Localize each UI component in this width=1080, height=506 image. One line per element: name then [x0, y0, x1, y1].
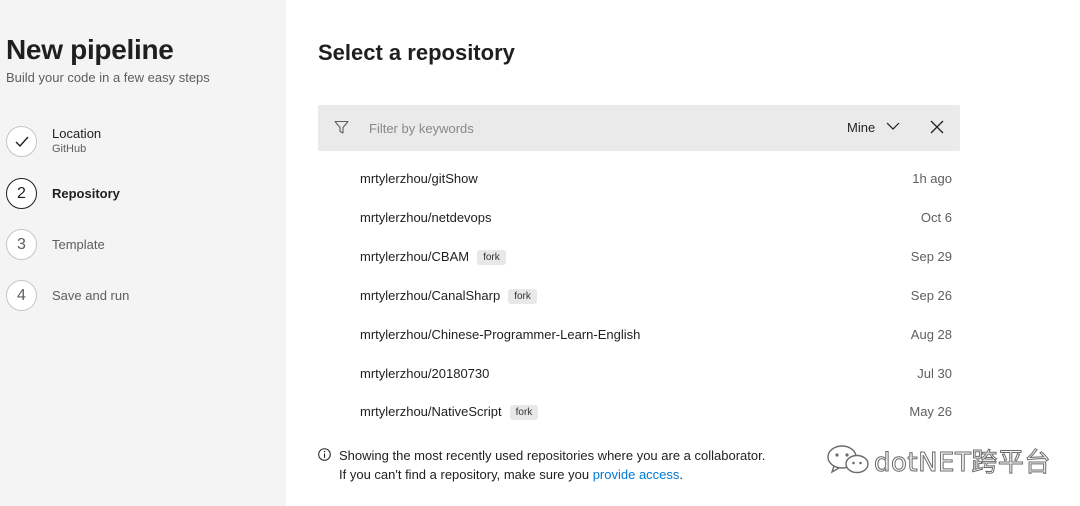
step-repository[interactable]: 2 Repository — [6, 178, 276, 210]
step-number: 4 — [6, 280, 37, 311]
chevron-down-icon[interactable] — [886, 121, 900, 131]
repo-name: mrtylerzhou/Chinese-Programmer-Learn-Eng… — [360, 327, 641, 342]
repo-date: Oct 6 — [920, 210, 952, 225]
repo-date: Aug 28 — [910, 327, 952, 342]
close-icon[interactable] — [930, 120, 944, 134]
watermark-text: dotNET跨平台 — [874, 447, 1051, 478]
check-icon — [15, 136, 29, 147]
section-title: Select a repository — [318, 40, 515, 65]
repo-row[interactable]: mrtylerzhou/CanalSharp fork Sep 26 — [318, 277, 960, 315]
repo-name: mrtylerzhou/20180730 — [360, 366, 490, 381]
step-circle — [6, 126, 37, 157]
funnel-icon[interactable] — [334, 120, 349, 135]
provide-access-link[interactable]: provide access — [593, 467, 680, 482]
repo-row[interactable]: mrtylerzhou/CBAM fork Sep 29 — [318, 238, 960, 276]
sidebar: New pipeline Build your code in a few ea… — [0, 0, 286, 506]
scope-dropdown[interactable]: Mine — [847, 120, 875, 135]
wechat-icon — [827, 445, 869, 474]
repo-date: Jul 30 — [917, 366, 952, 381]
step-sublabel: GitHub — [52, 143, 87, 155]
repo-date: May 26 — [909, 404, 952, 419]
step-label: Template — [52, 237, 105, 252]
step-template[interactable]: 3 Template — [6, 229, 276, 261]
info-icon — [318, 448, 331, 461]
filter-bar: Filter by keywords Mine — [318, 105, 960, 151]
repo-row[interactable]: mrtylerzhou/NativeScript fork May 26 — [318, 393, 960, 431]
info-line-2: If you can't find a repository, make sur… — [339, 467, 684, 482]
repo-date: 1h ago — [912, 171, 952, 186]
repo-row[interactable]: mrtylerzhou/netdevops Oct 6 — [318, 199, 960, 237]
repo-date: Sep 26 — [910, 288, 952, 303]
repo-name: mrtylerzhou/netdevops — [360, 210, 492, 225]
step-number: 3 — [6, 229, 37, 260]
repo-row[interactable]: mrtylerzhou/Chinese-Programmer-Learn-Eng… — [318, 316, 960, 354]
fork-badge: fork — [477, 250, 506, 265]
repo-row[interactable]: mrtylerzhou/gitShow 1h ago — [318, 160, 960, 198]
step-label: Save and run — [52, 288, 130, 303]
step-save-and-run[interactable]: 4 Save and run — [6, 280, 276, 312]
repo-date: Sep 29 — [910, 249, 952, 264]
filter-input[interactable]: Filter by keywords — [369, 121, 474, 136]
repo-name: mrtylerzhou/CBAM fork — [360, 249, 506, 265]
repo-name: mrtylerzhou/NativeScript fork — [360, 404, 539, 420]
watermark: dotNET跨平台 — [826, 442, 1051, 478]
step-number: 2 — [6, 178, 37, 209]
page-title: New pipeline — [6, 34, 174, 65]
repo-name: mrtylerzhou/CanalSharp fork — [360, 288, 537, 304]
fork-badge: fork — [509, 405, 539, 420]
step-label: Repository — [52, 186, 120, 201]
step-label: Location — [52, 126, 102, 141]
step-location[interactable]: Location GitHub — [6, 126, 276, 158]
fork-badge: fork — [508, 289, 537, 304]
page-subtitle: Build your code in a few easy steps — [6, 70, 210, 85]
info-line-1: Showing the most recently used repositor… — [339, 448, 766, 463]
repo-name: mrtylerzhou/gitShow — [360, 171, 478, 186]
repo-row[interactable]: mrtylerzhou/20180730 Jul 30 — [318, 355, 960, 393]
